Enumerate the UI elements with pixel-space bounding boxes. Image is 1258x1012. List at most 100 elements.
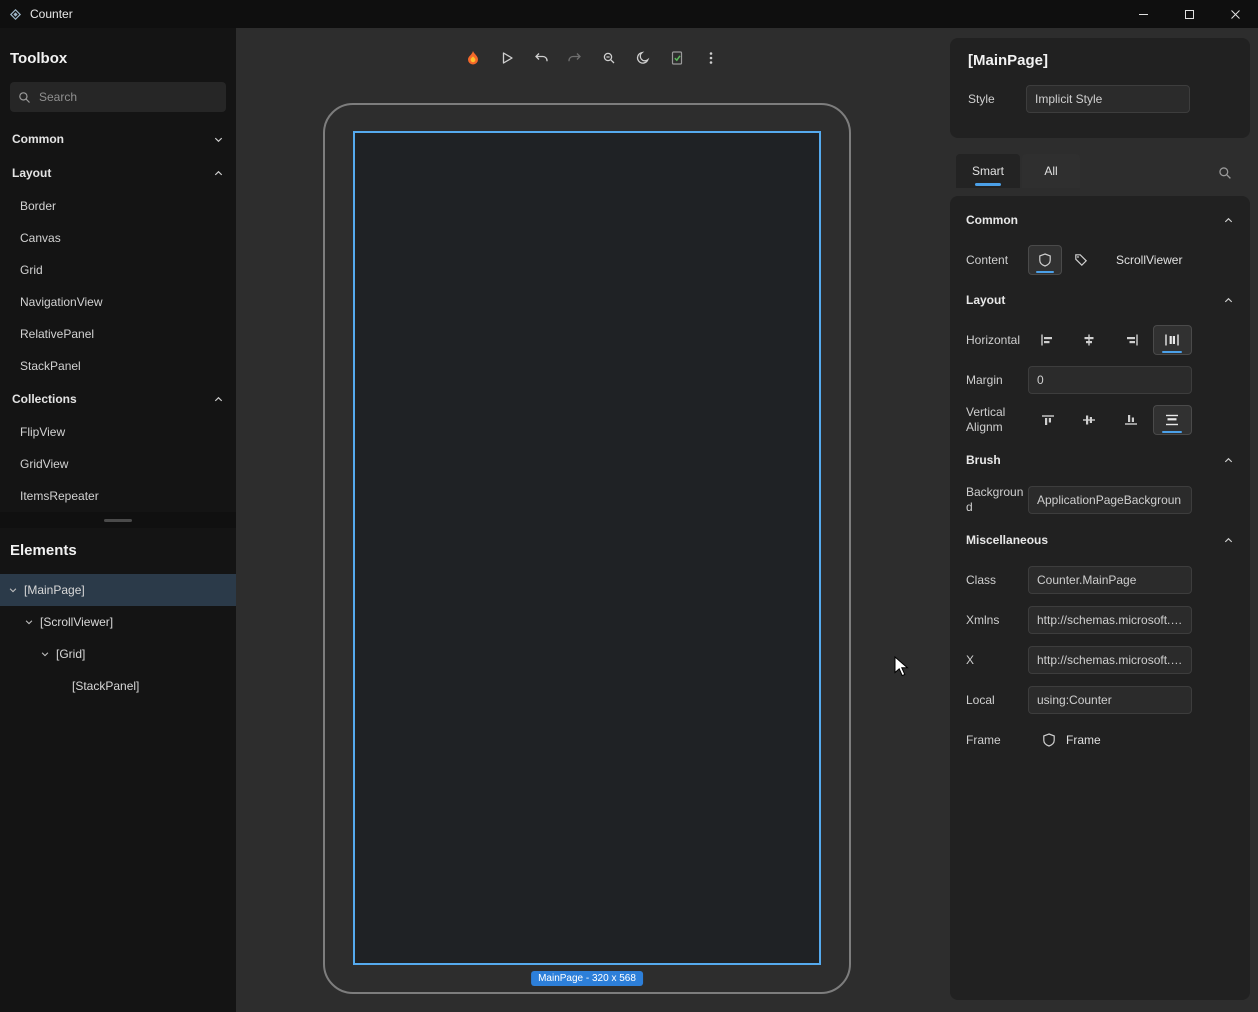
window-title: Counter <box>30 7 73 21</box>
chevron-up-icon <box>213 394 224 405</box>
chevron-down-icon[interactable] <box>24 617 34 627</box>
chevron-up-icon <box>1223 455 1234 466</box>
frame-label: Frame <box>966 733 1026 748</box>
section-common[interactable]: Common <box>950 200 1250 240</box>
device-frame: MainPage - 320 x 568 <box>323 103 851 994</box>
chevron-up-icon <box>1223 535 1234 546</box>
tab-all[interactable]: All <box>1022 154 1080 188</box>
section-layout[interactable]: Layout <box>950 280 1250 320</box>
content-value[interactable]: ScrollViewer <box>1116 253 1182 267</box>
mouse-cursor <box>894 656 914 678</box>
mainpage-selection[interactable] <box>353 131 821 965</box>
x-row: X <box>950 640 1250 680</box>
selected-element-title: [MainPage] <box>968 52 1232 69</box>
sidebar-splitter[interactable] <box>0 512 236 528</box>
chevron-down-icon[interactable] <box>8 585 18 595</box>
align-center-h-button[interactable] <box>1070 325 1110 355</box>
xmlns-input[interactable] <box>1028 606 1192 634</box>
selection-header-card: [MainPage] Style <box>950 38 1250 138</box>
chevron-up-icon <box>1223 215 1234 226</box>
content-tag-toggle[interactable] <box>1064 245 1098 275</box>
content-row: Content ScrollViewer <box>950 240 1250 280</box>
vertical-alignment-label: Vertical Alignm <box>966 405 1026 435</box>
xmlns-label: Xmlns <box>966 613 1026 628</box>
margin-label: Margin <box>966 373 1026 388</box>
align-left-button[interactable] <box>1028 325 1068 355</box>
properties-card: Common Content ScrollViewer <box>950 196 1250 1000</box>
background-input[interactable] <box>1028 486 1192 514</box>
zoom-fit-icon[interactable] <box>595 44 623 72</box>
toolbox-item-stackpanel[interactable]: StackPanel <box>0 350 236 382</box>
toolbox-item-navigationview[interactable]: NavigationView <box>0 286 236 318</box>
app-logo-icon <box>9 8 22 21</box>
page-size-badge: MainPage - 320 x 568 <box>531 971 643 986</box>
margin-input[interactable] <box>1028 366 1192 394</box>
vertical-alignment-group <box>1028 405 1192 435</box>
play-icon[interactable] <box>493 44 521 72</box>
x-input[interactable] <box>1028 646 1192 674</box>
tree-item-grid[interactable]: [Grid] <box>0 638 236 670</box>
vertical-alignment-row: Vertical Alignm <box>950 400 1250 440</box>
section-brush[interactable]: Brush <box>950 440 1250 480</box>
validate-check-icon[interactable] <box>663 44 691 72</box>
titlebar: Counter <box>0 0 1258 28</box>
background-row: Background <box>950 480 1250 520</box>
content-label: Content <box>966 253 1026 268</box>
toolbox-search-input[interactable] <box>39 90 218 104</box>
hot-reload-flame-icon[interactable] <box>459 44 487 72</box>
class-input[interactable] <box>1028 566 1192 594</box>
toolbox-item-border[interactable]: Border <box>0 190 236 222</box>
section-miscellaneous[interactable]: Miscellaneous <box>950 520 1250 560</box>
more-options-icon[interactable] <box>697 44 725 72</box>
maximize-button[interactable] <box>1166 0 1212 28</box>
toolbox-item-flipview[interactable]: FlipView <box>0 416 236 448</box>
redo-icon[interactable] <box>561 44 589 72</box>
align-bottom-button[interactable] <box>1111 405 1151 435</box>
content-element-toggle[interactable] <box>1028 245 1062 275</box>
align-stretch-v-button[interactable] <box>1153 405 1193 435</box>
align-stretch-h-button[interactable] <box>1153 325 1193 355</box>
chevron-up-icon <box>213 168 224 179</box>
left-sidebar: Toolbox Common Layout <box>0 28 236 1012</box>
tree-item-scrollviewer[interactable]: [ScrollViewer] <box>0 606 236 638</box>
close-button[interactable] <box>1212 0 1258 28</box>
chevron-down-icon[interactable] <box>40 649 50 659</box>
theme-toggle-moon-icon[interactable] <box>629 44 657 72</box>
toolbox-search[interactable] <box>10 82 226 112</box>
frame-value[interactable]: Frame <box>1028 733 1101 747</box>
horizontal-alignment-group <box>1028 325 1192 355</box>
toolbox-item-relativepanel[interactable]: RelativePanel <box>0 318 236 350</box>
align-center-v-button[interactable] <box>1070 405 1110 435</box>
properties-search-icon[interactable] <box>1218 166 1232 180</box>
align-top-button[interactable] <box>1028 405 1068 435</box>
minimize-button[interactable] <box>1120 0 1166 28</box>
inspector-tabs: Smart All <box>950 154 1250 188</box>
elements-panel: Elements [MainPage] [ScrollViewer] <box>0 528 236 1012</box>
toolbox-section-collections[interactable]: Collections <box>0 382 236 416</box>
toolbox-item-gridview[interactable]: GridView <box>0 448 236 480</box>
local-input[interactable] <box>1028 686 1192 714</box>
tab-smart[interactable]: Smart <box>956 154 1020 188</box>
style-row: Style <box>968 85 1232 113</box>
splitter-grip-handle[interactable] <box>104 519 132 522</box>
shield-icon <box>1038 253 1052 267</box>
toolbox-section-common[interactable]: Common <box>0 122 236 156</box>
property-inspector: [MainPage] Style Smart All Common Cont <box>948 28 1258 1012</box>
horizontal-alignment-row: Horizontal <box>950 320 1250 360</box>
tree-item-stackpanel[interactable]: [StackPanel] <box>0 670 236 702</box>
window-controls <box>1120 0 1258 28</box>
design-canvas: MainPage - 320 x 568 <box>236 28 948 1012</box>
style-input[interactable] <box>1026 85 1190 113</box>
toolbox-item-itemsrepeater[interactable]: ItemsRepeater <box>0 480 236 512</box>
toolbox-item-grid[interactable]: Grid <box>0 254 236 286</box>
undo-icon[interactable] <box>527 44 555 72</box>
toolbox-item-canvas[interactable]: Canvas <box>0 222 236 254</box>
horizontal-alignment-label: Horizontal <box>966 333 1026 348</box>
chevron-down-icon <box>213 134 224 145</box>
margin-row: Margin <box>950 360 1250 400</box>
elements-title: Elements <box>0 536 236 564</box>
align-right-button[interactable] <box>1111 325 1151 355</box>
frame-row: Frame Frame <box>950 720 1250 760</box>
toolbox-section-layout[interactable]: Layout <box>0 156 236 190</box>
tree-item-mainpage[interactable]: [MainPage] <box>0 574 236 606</box>
